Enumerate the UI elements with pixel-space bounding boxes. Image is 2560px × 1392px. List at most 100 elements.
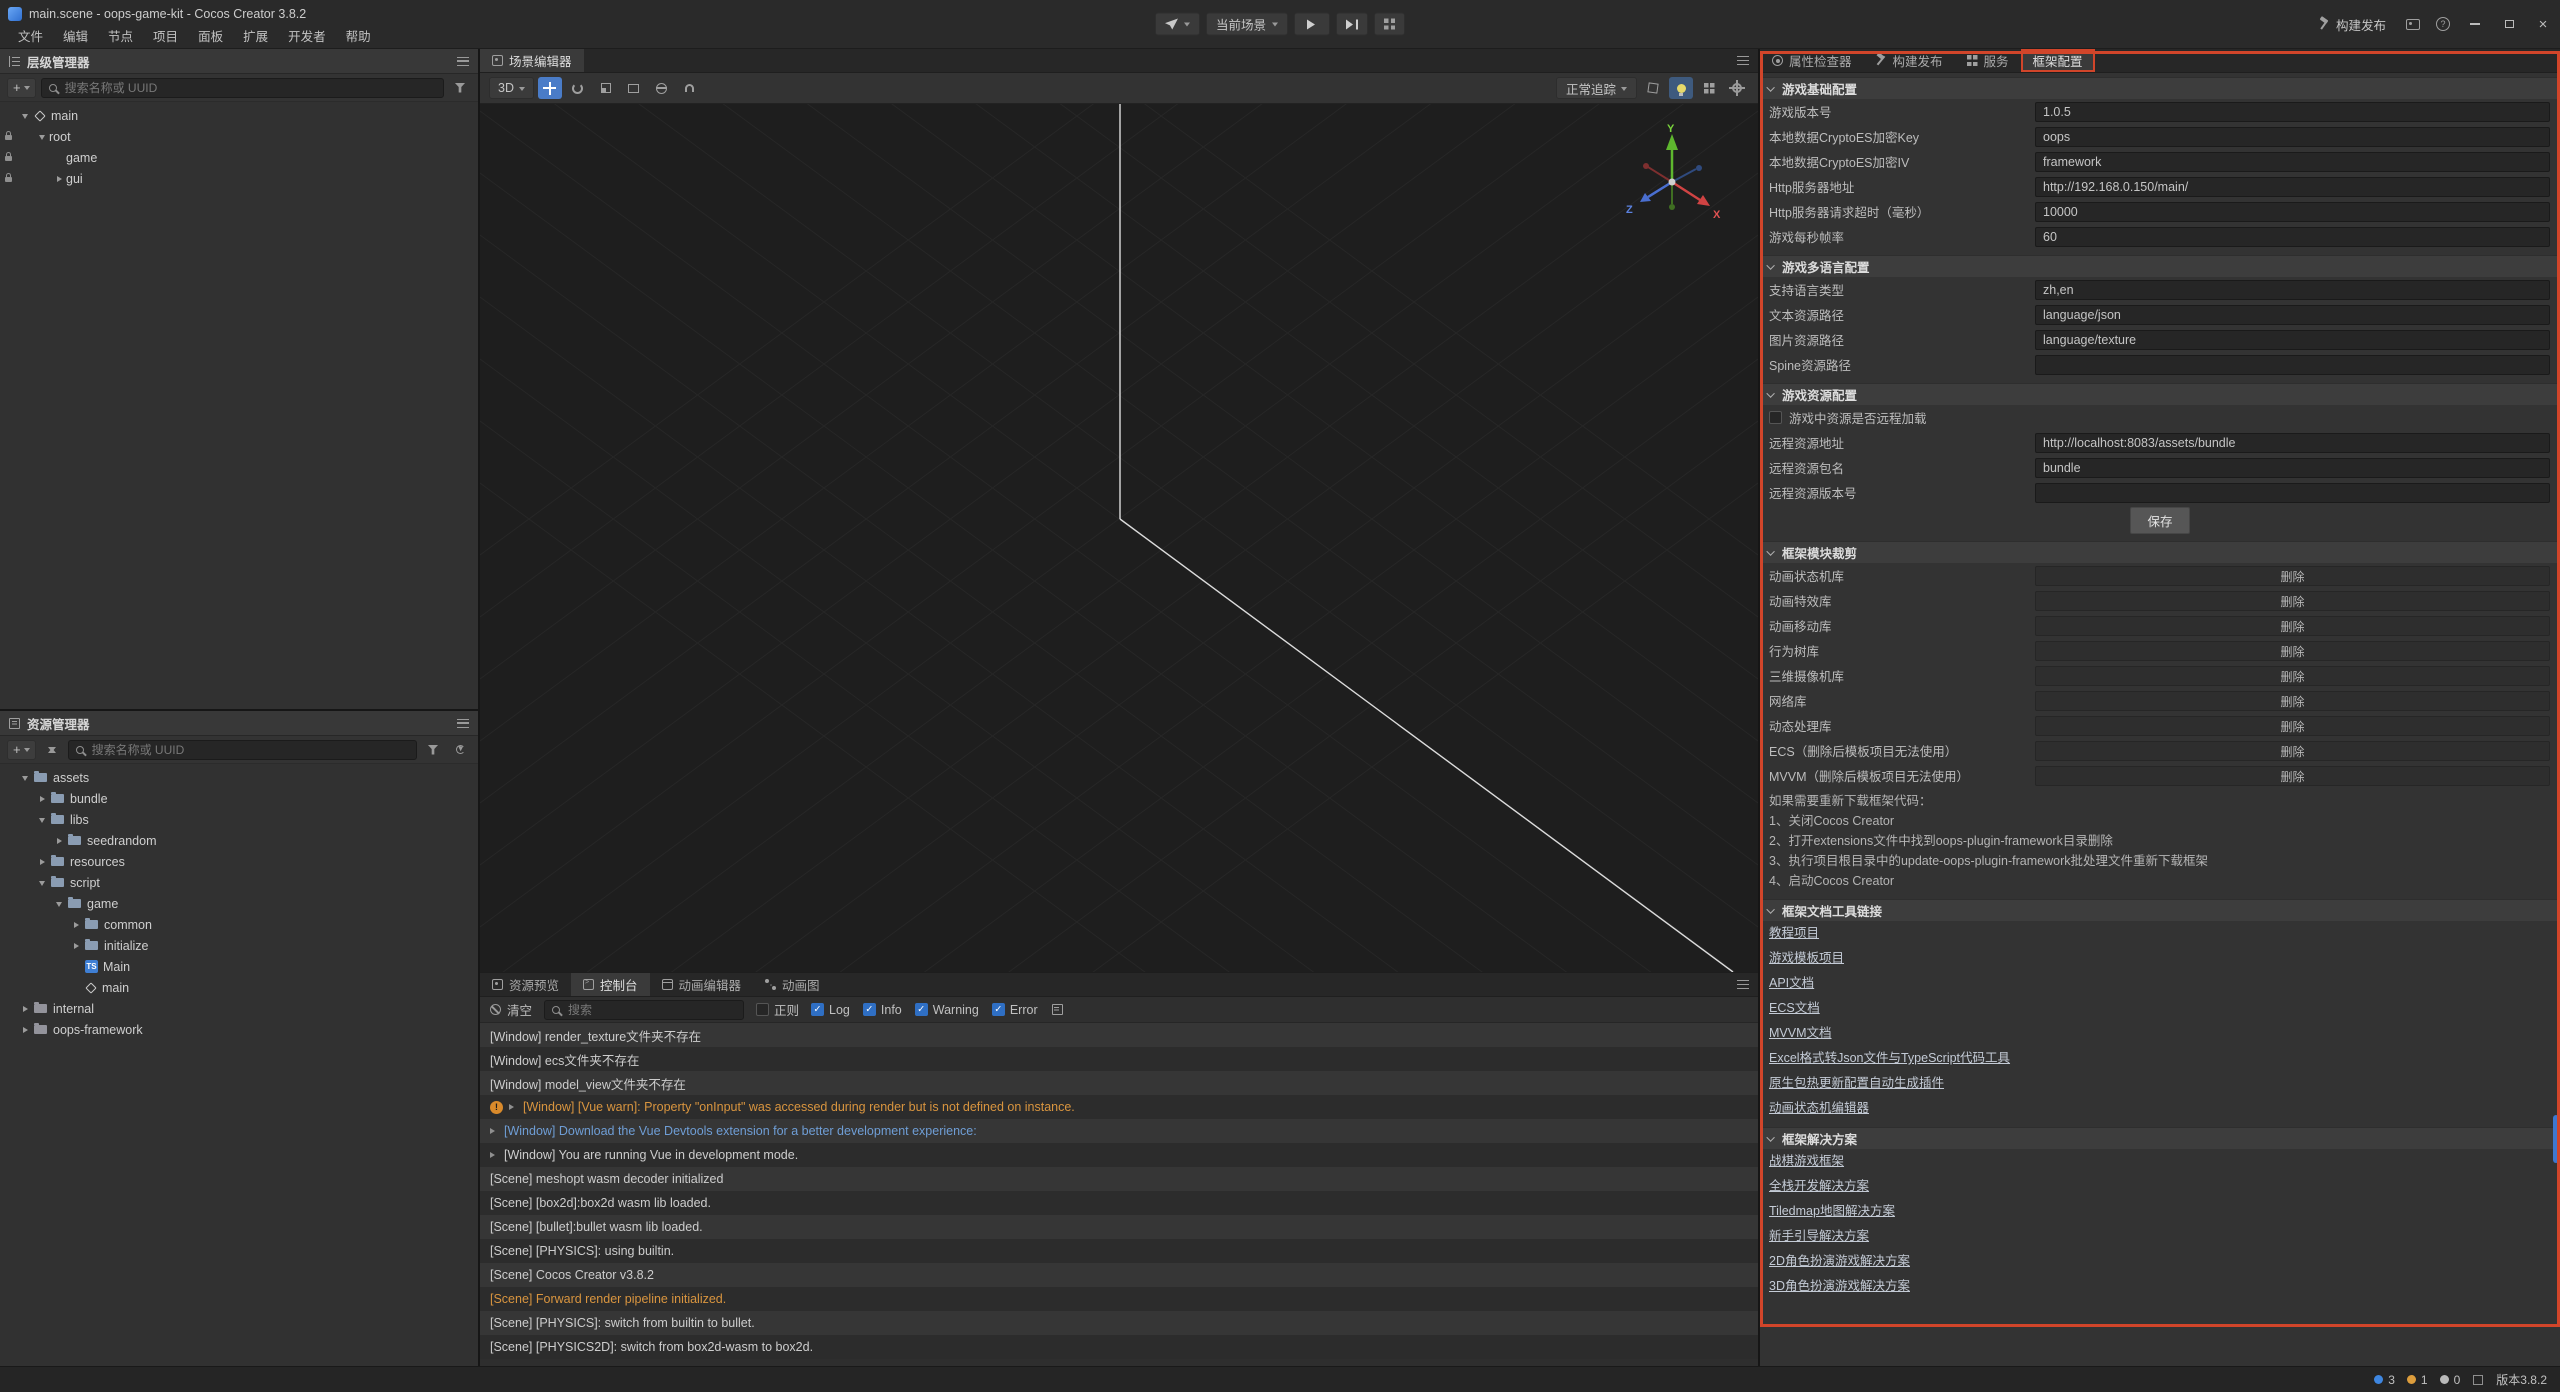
create-node-button[interactable]: + <box>7 78 36 98</box>
section-header-solutions[interactable]: 框架解决方案 <box>1760 1127 2560 1149</box>
console-line[interactable]: ![Window] [Vue warn]: Property "onInput"… <box>480 1095 1758 1119</box>
camera-preview-button[interactable] <box>1641 77 1665 99</box>
expand-arrow[interactable] <box>35 877 49 889</box>
gizmo-space-button[interactable] <box>650 77 674 99</box>
field-input[interactable] <box>2035 127 2550 147</box>
assets-search-input[interactable] <box>90 742 409 758</box>
tree-row[interactable]: initialize <box>0 935 478 956</box>
warning-checkbox[interactable]: ✓ <box>915 1003 928 1016</box>
tree-row[interactable]: oops-framework <box>0 1019 478 1040</box>
filter-info[interactable]: ✓Info <box>863 1003 902 1017</box>
info-checkbox[interactable]: ✓ <box>863 1003 876 1016</box>
tree-row[interactable]: bundle <box>0 788 478 809</box>
field-input[interactable] <box>2035 102 2550 122</box>
scene-select[interactable]: 当前场景 <box>1206 13 1288 36</box>
layout-button[interactable] <box>1374 13 1405 36</box>
help-button[interactable]: ? <box>2428 0 2458 48</box>
scene-light-button[interactable] <box>1669 77 1693 99</box>
clear-console-button[interactable]: 清空 <box>490 1000 532 1019</box>
tree-row[interactable]: gui <box>0 168 478 189</box>
tree-row[interactable]: internal <box>0 998 478 1019</box>
panel-menu-icon[interactable] <box>457 719 469 728</box>
field-input[interactable] <box>2035 305 2550 325</box>
remote-load-checkbox[interactable] <box>1769 411 1782 424</box>
tab-property-inspector[interactable]: 属性检查器 <box>1760 49 1864 72</box>
scene-viewport[interactable]: Y X Z <box>480 104 1758 972</box>
tree-row[interactable]: game <box>0 147 478 168</box>
section-header-basic[interactable]: 游戏基础配置 <box>1760 77 2560 99</box>
delete-button[interactable]: 删除 <box>2035 641 2550 661</box>
solution-link[interactable]: 3D角色扮演游戏解决方案 <box>1760 1274 2560 1299</box>
field-input[interactable] <box>2035 152 2550 172</box>
tree-row[interactable]: root <box>0 126 478 147</box>
view-gizmo[interactable]: Y X Z <box>1612 122 1732 232</box>
solution-link[interactable]: 2D角色扮演游戏解决方案 <box>1760 1249 2560 1274</box>
lock-icon[interactable] <box>5 135 12 140</box>
expand-arrow[interactable] <box>52 176 66 182</box>
step-button[interactable] <box>1336 13 1368 36</box>
delete-button[interactable]: 删除 <box>2035 716 2550 736</box>
console-search[interactable] <box>544 1000 744 1020</box>
export-log-button[interactable] <box>1052 1004 1063 1015</box>
expand-chevron-icon[interactable] <box>490 1152 504 1158</box>
tree-row[interactable]: main <box>0 977 478 998</box>
panel-menu-icon[interactable] <box>1737 56 1749 65</box>
console-line[interactable]: [Window] You are running Vue in developm… <box>480 1143 1758 1167</box>
tree-row[interactable]: script <box>0 872 478 893</box>
error-checkbox[interactable]: ✓ <box>992 1003 1005 1016</box>
status-count[interactable]: 3 <box>2374 1373 2395 1387</box>
console-counters[interactable]: 310 <box>2374 1373 2460 1387</box>
console-line[interactable]: [Window] Download the Vue Devtools exten… <box>480 1119 1758 1143</box>
doc-link[interactable]: Excel格式转Json文件与TypeScript代码工具 <box>1760 1046 2560 1071</box>
console-line[interactable]: [Window] render_texture文件夹不存在 <box>480 1023 1758 1047</box>
console-line[interactable]: [Scene] [PHYSICS]: using builtin. <box>480 1239 1758 1263</box>
expand-arrow[interactable] <box>18 1006 32 1012</box>
menu-item[interactable]: 编辑 <box>53 26 98 45</box>
scale-tool-button[interactable] <box>594 77 618 99</box>
field-input[interactable] <box>2035 483 2550 503</box>
console-line[interactable]: [Window] model_view文件夹不存在 <box>480 1071 1758 1095</box>
menu-item[interactable]: 节点 <box>98 26 143 45</box>
expand-arrow[interactable] <box>18 1027 32 1033</box>
menu-item[interactable]: 扩展 <box>233 26 278 45</box>
delete-button[interactable]: 删除 <box>2035 766 2550 786</box>
solution-link[interactable]: Tiledmap地图解决方案 <box>1760 1199 2560 1224</box>
menu-item[interactable]: 开发者 <box>278 26 336 45</box>
build-publish-button[interactable]: 构建发布 <box>2306 0 2398 48</box>
scrollbar-thumb[interactable] <box>2553 1115 2559 1163</box>
tab-framework-config[interactable]: 框架配置 <box>2021 49 2095 72</box>
tab-scene-editor[interactable]: 场景编辑器 <box>480 49 584 72</box>
status-count[interactable]: 0 <box>2440 1373 2461 1387</box>
expand-arrow[interactable] <box>35 131 49 143</box>
tree-row[interactable]: seedrandom <box>0 830 478 851</box>
console-line[interactable]: [Scene] meshopt wasm decoder initialized <box>480 1167 1758 1191</box>
delete-button[interactable]: 删除 <box>2035 741 2550 761</box>
tab-console[interactable]: 控制台 <box>571 973 650 996</box>
delete-button[interactable]: 删除 <box>2035 666 2550 686</box>
preview-platform-select[interactable] <box>1155 13 1200 36</box>
section-header-language[interactable]: 游戏多语言配置 <box>1760 255 2560 277</box>
view-mode-select[interactable]: 正常追踪 <box>1556 77 1637 99</box>
expand-arrow[interactable] <box>69 922 83 928</box>
field-input[interactable] <box>2035 177 2550 197</box>
create-asset-button[interactable]: + <box>7 740 36 760</box>
sort-assets-button[interactable] <box>41 740 63 760</box>
grid-toggle-button[interactable] <box>1697 77 1721 99</box>
expand-arrow[interactable] <box>35 796 49 802</box>
gallery-button[interactable] <box>2398 0 2428 48</box>
regex-toggle[interactable]: 正则 <box>756 1000 799 1019</box>
delete-button[interactable]: 删除 <box>2035 616 2550 636</box>
expand-arrow[interactable] <box>18 772 32 784</box>
minimize-button[interactable] <box>2458 0 2492 48</box>
console-line[interactable]: [Scene] Cocos Creator v3.8.2 <box>480 1263 1758 1287</box>
expand-arrow[interactable] <box>52 898 66 910</box>
console-line[interactable]: [Scene] [box2d]:box2d wasm lib loaded. <box>480 1191 1758 1215</box>
rect-tool-button[interactable] <box>622 77 646 99</box>
console-line[interactable]: [Scene] [PHYSICS2D]: switch from box2d-w… <box>480 1335 1758 1359</box>
doc-link[interactable]: MVVM文档 <box>1760 1021 2560 1046</box>
doc-link[interactable]: 原生包热更新配置自动生成插件 <box>1760 1071 2560 1096</box>
lock-icon[interactable] <box>5 156 12 161</box>
delete-button[interactable]: 删除 <box>2035 591 2550 611</box>
tree-row[interactable]: game <box>0 893 478 914</box>
tab-animation-graph[interactable]: 动画图 <box>753 973 832 996</box>
